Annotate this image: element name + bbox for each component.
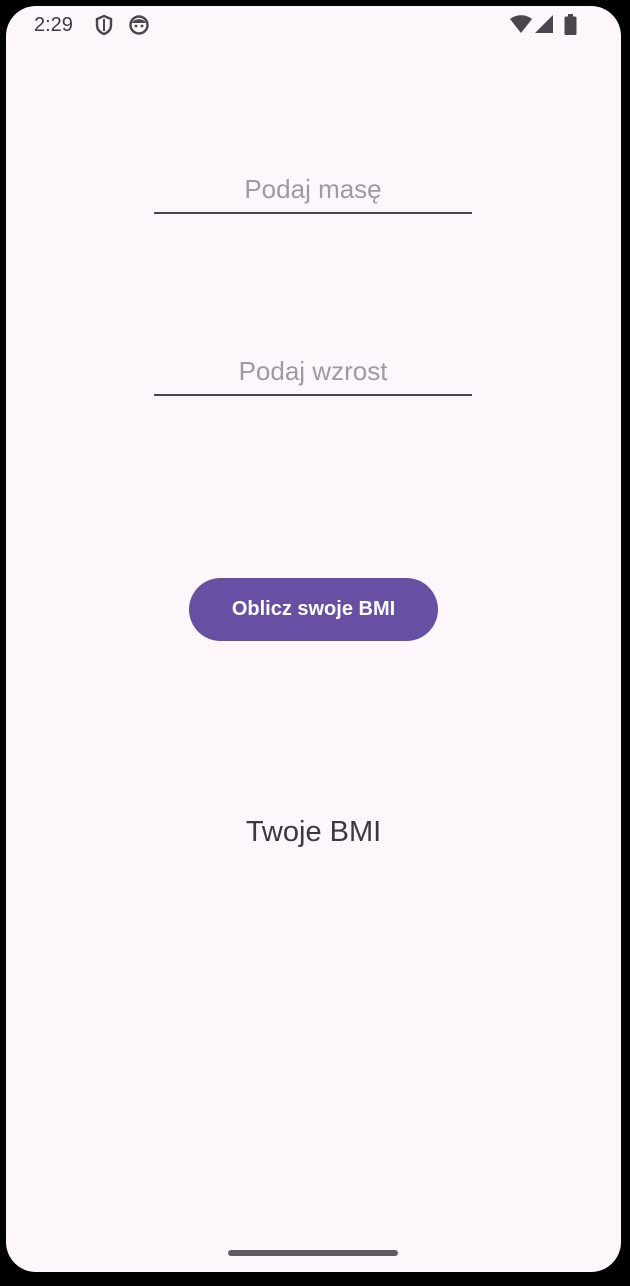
height-input[interactable]	[154, 348, 472, 396]
status-bar: 2:29	[6, 6, 621, 46]
battery-icon	[564, 14, 577, 41]
status-time: 2:29	[34, 14, 73, 36]
mass-input[interactable]	[154, 166, 472, 214]
calculate-bmi-button[interactable]: Oblicz swoje BMI	[189, 578, 438, 641]
wifi-icon	[509, 14, 533, 39]
app-screen: 2:29 Podaj masę Podaj wzrost Oblicz swoj…	[6, 6, 621, 1272]
shield-icon	[94, 14, 114, 41]
face-icon	[128, 14, 150, 41]
home-indicator[interactable]	[228, 1250, 398, 1256]
cellular-icon	[534, 14, 554, 39]
bmi-result-label: Twoje BMI	[245, 816, 382, 848]
